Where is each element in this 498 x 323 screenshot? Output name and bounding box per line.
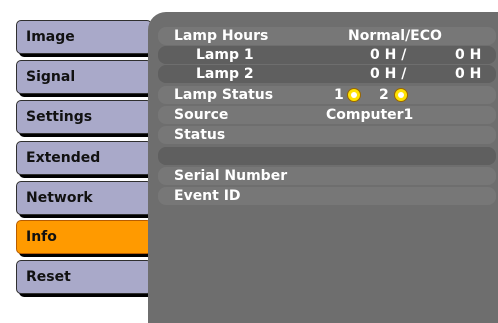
source-value: Computer1 <box>326 107 414 123</box>
menu-item-label: Network <box>26 190 93 206</box>
lamp-hours-row: Lamp Hours Normal/ECO <box>158 26 498 46</box>
menu-item-reset[interactable]: Reset <box>16 260 152 294</box>
lamp-status-2-number: 2 <box>379 87 389 103</box>
event-id-label: Event ID <box>174 188 241 204</box>
menu-item-label: Signal <box>26 69 76 85</box>
menu-item-signal[interactable]: Signal <box>16 60 152 94</box>
menu-item-image[interactable]: Image <box>16 20 152 54</box>
lamp1-eco-hours: 0 H <box>455 47 482 63</box>
empty-row <box>158 146 498 166</box>
lamp1-normal-hours: 0 H / <box>370 47 407 63</box>
lamp-indicator-icon <box>394 88 408 102</box>
lamp-status-label: Lamp Status <box>174 87 274 103</box>
menu-item-label: Image <box>26 29 75 45</box>
lamp1-label: Lamp 1 <box>196 47 254 63</box>
status-row: Status <box>158 125 498 145</box>
source-row: Source Computer1 <box>158 105 498 125</box>
lamp2-row: Lamp 2 0 H / 0 H <box>158 64 498 84</box>
menu-item-label: Reset <box>26 269 71 285</box>
serial-number-label: Serial Number <box>174 168 288 184</box>
menu-item-settings[interactable]: Settings <box>16 100 152 134</box>
projector-info-screen: Image Signal Settings Extended Network I… <box>0 0 498 323</box>
menu-item-info[interactable]: Info <box>16 220 152 254</box>
lamp2-eco-hours: 0 H <box>455 66 482 82</box>
lamp2-normal-hours: 0 H / <box>370 66 407 82</box>
event-id-row: Event ID <box>158 186 498 206</box>
lamp-status-1-number: 1 <box>334 87 344 103</box>
lamp-hours-mode: Normal/ECO <box>348 28 442 44</box>
menu-item-network[interactable]: Network <box>16 181 152 215</box>
menu-item-extended[interactable]: Extended <box>16 141 152 175</box>
menu-item-label: Extended <box>26 150 101 166</box>
serial-number-row: Serial Number <box>158 166 498 186</box>
lamp-hours-label: Lamp Hours <box>174 28 269 44</box>
lamp1-row: Lamp 1 0 H / 0 H <box>158 45 498 65</box>
menu-item-label: Settings <box>26 109 93 125</box>
menu-item-label: Info <box>26 229 57 245</box>
status-label: Status <box>174 127 226 143</box>
lamp-indicator-icon <box>347 88 361 102</box>
lamp2-label: Lamp 2 <box>196 66 254 82</box>
source-label: Source <box>174 107 229 123</box>
lamp-status-row: Lamp Status 1 2 <box>158 85 498 105</box>
